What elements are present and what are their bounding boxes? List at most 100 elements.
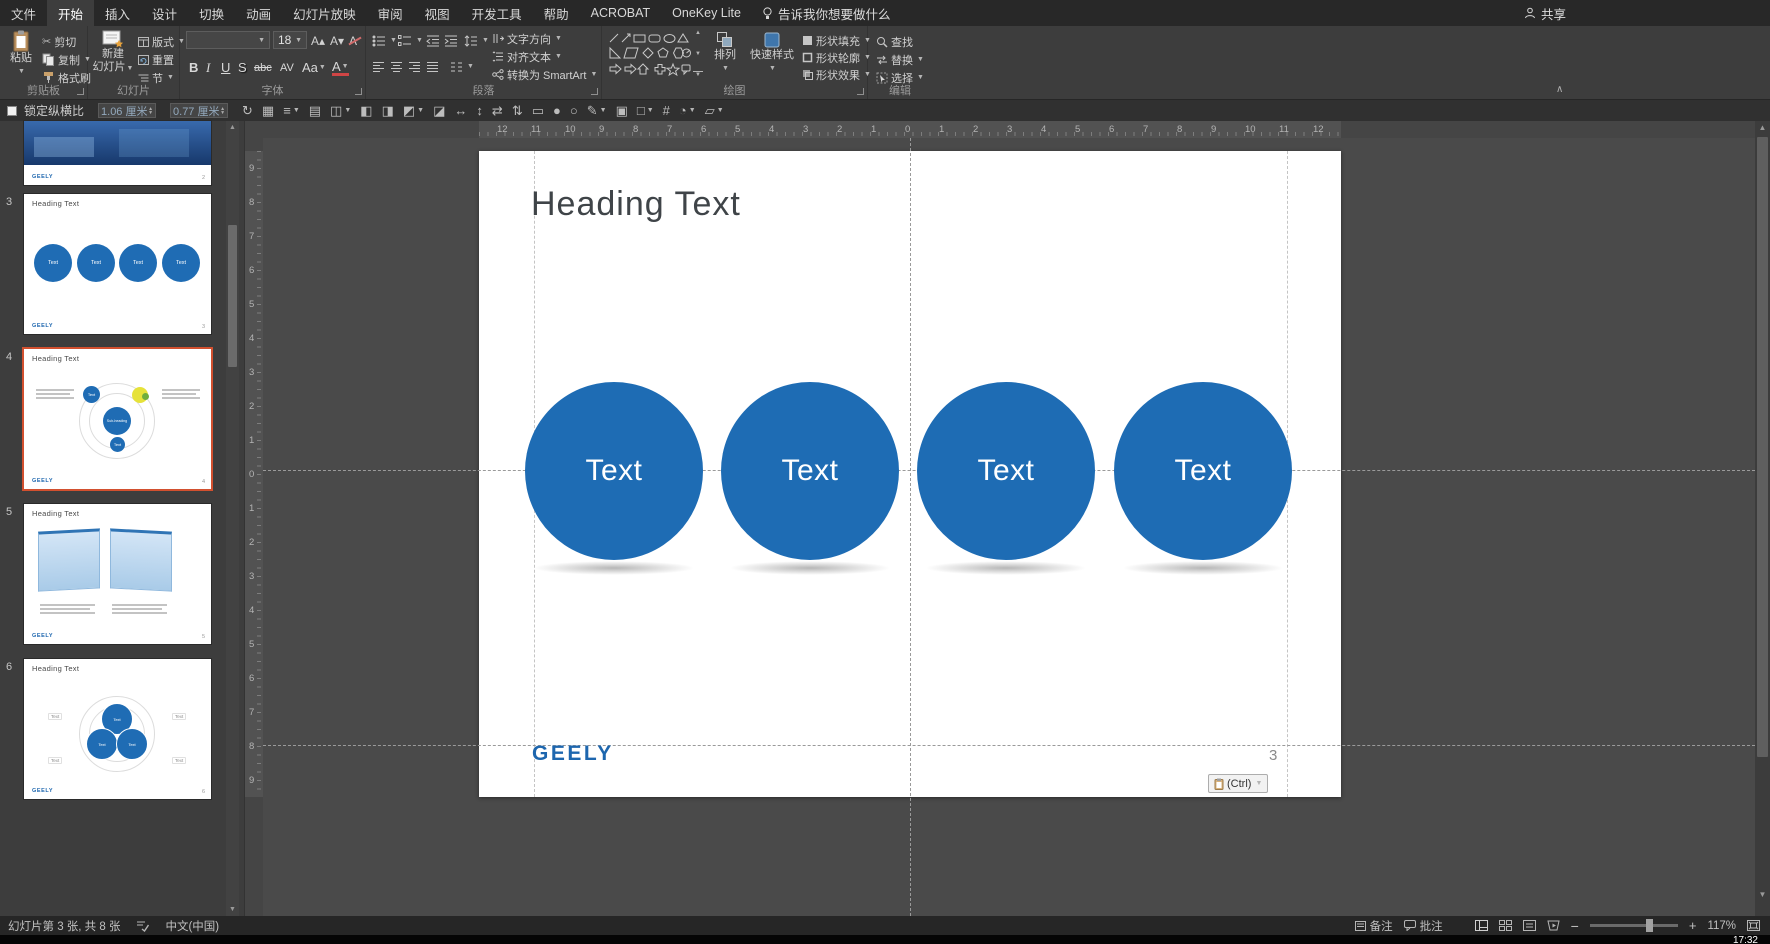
scroll-up-icon[interactable]: ▲ (1755, 121, 1770, 135)
slide-shape-circle-3[interactable]: Text (917, 382, 1095, 560)
align-right-button[interactable] (408, 58, 421, 75)
fill-color-icon[interactable]: ● (553, 103, 561, 118)
menu-tab-6[interactable]: 动画 (235, 0, 282, 26)
spinner-icon[interactable]: ▲▼ (220, 107, 225, 115)
text-direction-button[interactable]: 文字方向▼ (492, 30, 562, 47)
zoom-level[interactable]: 117% (1707, 920, 1736, 932)
zoom-in-button[interactable]: + (1689, 918, 1697, 933)
outline-color-icon[interactable]: ○ (570, 103, 578, 118)
menu-tab-12[interactable]: ACROBAT (580, 0, 662, 26)
scrollbar-thumb[interactable] (228, 225, 237, 367)
tell-me-box[interactable]: 告诉我你想要做什么 (752, 0, 901, 26)
zoom-slider-thumb[interactable] (1646, 919, 1653, 932)
pie-chart-icon[interactable]: ◔▼ (679, 103, 696, 118)
decrease-indent-button[interactable] (426, 32, 440, 49)
normal-view-button[interactable] (1475, 920, 1488, 931)
shape-outline-button[interactable]: 形状轮廓▼ (802, 49, 871, 66)
swap-icon[interactable]: ⇄ (492, 103, 503, 119)
increase-indent-button[interactable] (444, 32, 458, 49)
slide-shape-circle-2[interactable]: Text (721, 382, 899, 560)
text-align-icon[interactable]: ≡▼ (283, 103, 300, 118)
menu-tab-11[interactable]: 帮助 (533, 0, 580, 26)
bullets-button[interactable]: ▼ (372, 32, 397, 49)
menu-tab-1[interactable]: 文件 (0, 0, 47, 26)
menu-tab-5[interactable]: 切换 (188, 0, 235, 26)
size-table-icon[interactable]: ▦ (262, 103, 274, 119)
sync-icon[interactable]: ↻ (242, 103, 253, 119)
slide-title[interactable]: Heading Text (531, 185, 741, 224)
shape-effects-button[interactable]: 形状效果▼ (802, 66, 871, 83)
spellcheck-icon[interactable] (136, 920, 149, 932)
clipboard-dialog-launcher-icon[interactable] (77, 88, 84, 95)
menu-tab-10[interactable]: 开发工具 (461, 0, 533, 26)
align-left-icon[interactable]: ◧ (360, 103, 372, 119)
scroll-up-icon[interactable]: ▲ (693, 30, 703, 36)
reading-view-button[interactable] (1523, 920, 1536, 931)
rectangle-tool-icon[interactable]: ▭ (532, 103, 544, 119)
column-layout-icon[interactable]: ◫▼ (330, 103, 351, 119)
justify-button[interactable] (426, 58, 439, 75)
zoom-out-button[interactable]: − (1571, 918, 1579, 934)
language-indicator[interactable]: 中文(中国) (165, 918, 219, 934)
thumbnail-scrollbar[interactable]: ▲ ▼ (226, 121, 239, 916)
shapes-gallery-scroll[interactable]: ▲ ▼ ▼ (693, 30, 703, 78)
drawing-dialog-launcher-icon[interactable] (857, 88, 864, 95)
spinner-icon[interactable]: ▲▼ (148, 107, 153, 115)
paste-options-button[interactable]: (Ctrl) ▼ (1208, 774, 1268, 793)
convert-smartart-button[interactable]: 转换为 SmartArt▼ (492, 66, 597, 83)
align-text-button[interactable]: 对齐文本▼ (492, 48, 562, 65)
menu-tab-8[interactable]: 审阅 (367, 0, 414, 26)
lock-aspect-ratio-checkbox[interactable] (7, 106, 17, 116)
character-spacing-button[interactable]: AV (280, 56, 294, 76)
layout-button[interactable]: 版式▼ (138, 33, 185, 50)
slide-shape-circle-4[interactable]: Text (1114, 382, 1292, 560)
shape-fill-button[interactable]: 形状填充▼ (802, 32, 871, 49)
underline-button[interactable]: U (221, 56, 230, 76)
menu-tab-13[interactable]: OneKey Lite (661, 0, 752, 26)
notes-toggle[interactable]: 备注 (1355, 918, 1393, 934)
collapse-ribbon-icon[interactable]: ∧ (1556, 84, 1563, 95)
reset-button[interactable]: 重置 (138, 51, 174, 68)
fit-to-window-icon[interactable] (1747, 920, 1760, 931)
menu-tab-9[interactable]: 视图 (414, 0, 461, 26)
equalize-icon[interactable]: ⇅ (512, 103, 523, 119)
frame-icon[interactable]: □▼ (637, 103, 654, 118)
align-bottom-icon[interactable]: ◪ (433, 103, 445, 119)
slide-shape-circle-1[interactable]: Text (525, 382, 703, 560)
shape-icon[interactable]: ▱▼ (705, 103, 724, 119)
scroll-down-icon[interactable]: ▼ (693, 51, 703, 57)
columns-button[interactable]: ▼ (450, 58, 474, 75)
pen-tool-icon[interactable]: ✎▼ (587, 103, 607, 119)
shapes-gallery[interactable] (607, 30, 691, 78)
slide-thumbnail-4[interactable]: Heading Text Text Sub-heading Text GEELY… (24, 349, 211, 489)
distribute-vertical-icon[interactable]: ↕ (476, 103, 483, 118)
numbering-icon[interactable]: # (663, 103, 670, 118)
cut-button[interactable]: ✂剪切 (42, 33, 76, 50)
numbering-button[interactable]: ▼ (398, 32, 423, 49)
slide-thumbnail-3[interactable]: Heading Text Text Text Text Text GEELY 3 (24, 194, 211, 334)
slide-thumbnail-2[interactable]: GEELY 2 (24, 121, 211, 185)
row-layout-icon[interactable]: ▤ (309, 103, 321, 119)
strikethrough-button[interactable]: abc (254, 56, 272, 76)
style-box-icon[interactable]: ▣ (616, 103, 628, 119)
grow-font-button[interactable]: A▴ (311, 32, 325, 49)
comments-toggle[interactable]: 批注 (1404, 918, 1443, 934)
font-size-combobox[interactable]: 18▼ (273, 31, 307, 49)
more-shapes-icon[interactable]: ▼ (693, 71, 703, 78)
align-top-icon[interactable]: ◩▼ (403, 103, 424, 119)
change-case-button[interactable]: Aa▼ (302, 56, 326, 76)
bold-button[interactable]: B (189, 56, 198, 76)
align-right-icon[interactable]: ◨ (382, 103, 394, 119)
distribute-horizontal-icon[interactable]: ↔ (454, 103, 467, 118)
find-button[interactable]: 查找 (876, 33, 913, 50)
paragraph-dialog-launcher-icon[interactable] (591, 88, 598, 95)
slideshow-view-button[interactable] (1547, 920, 1560, 931)
copy-button[interactable]: 复制▼ (42, 51, 91, 68)
menu-tab-2[interactable]: 开始 (47, 0, 94, 26)
slide-sorter-view-button[interactable] (1499, 920, 1512, 931)
font-color-button[interactable]: A▼ (332, 56, 349, 76)
text-shadow-button[interactable]: S (238, 56, 247, 76)
slide-area-scrollbar[interactable]: ▲ ▼ (1755, 121, 1770, 916)
shrink-font-button[interactable]: A▾ (330, 32, 344, 49)
scroll-down-icon[interactable]: ▼ (1755, 888, 1770, 902)
